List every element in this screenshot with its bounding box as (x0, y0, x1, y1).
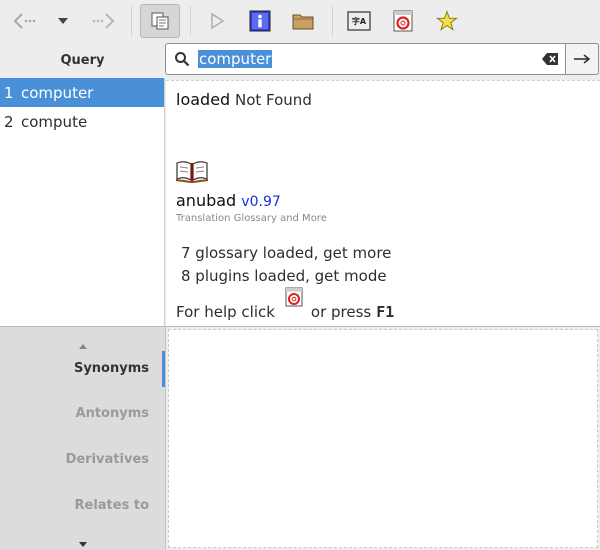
back-button[interactable] (8, 4, 42, 38)
query-header: Query (0, 42, 165, 78)
copy-button[interactable] (140, 4, 180, 38)
app-name: anubad (176, 191, 237, 210)
toolbar-separator (190, 6, 191, 36)
font-button[interactable]: 字A (342, 4, 376, 38)
help-text-mid: or press (310, 303, 372, 321)
clear-search-icon[interactable] (535, 52, 565, 66)
folder-icon (292, 14, 314, 30)
app-version: v0.97 (241, 194, 281, 210)
query-item-number: 1 (4, 83, 14, 102)
book-icon (175, 159, 209, 187)
copy-icon (151, 12, 169, 30)
search-bar: computer (165, 43, 566, 75)
lifebuoy-icon (393, 10, 413, 32)
info-icon (249, 10, 271, 32)
status-line: loaded Not Found (176, 90, 312, 109)
help-key: F1 (376, 303, 395, 321)
folder-button[interactable] (286, 4, 320, 38)
star-icon (436, 10, 458, 31)
relation-content-pane (168, 329, 598, 548)
forward-arrow-icon (92, 13, 115, 29)
relation-tabs: Synonyms Antonyms Derivatives Relates to (0, 327, 166, 550)
status-label: loaded (176, 90, 231, 109)
toolbar: 字A (0, 0, 600, 42)
glossary-stat: 7 glossary loaded, get more (181, 244, 392, 262)
query-item-number: 2 (4, 112, 14, 131)
forward-button[interactable] (86, 4, 120, 38)
play-icon (211, 12, 225, 30)
result-pane: loaded Not Found anubad v0.97 Translatio… (166, 80, 600, 326)
chevron-down-icon (58, 18, 68, 24)
help-text-pre: For help click (176, 303, 275, 321)
info-button[interactable] (243, 4, 277, 38)
history-dropdown-button[interactable] (52, 4, 74, 38)
query-item-text: compute (21, 112, 88, 131)
tab-derivatives[interactable]: Derivatives (0, 450, 165, 470)
toolbar-separator (332, 6, 333, 36)
tab-synonyms[interactable]: Synonyms (0, 359, 165, 379)
query-list[interactable]: 1 computer 2 compute (0, 78, 165, 326)
scroll-down-icon[interactable] (78, 533, 88, 550)
app-brand: anubad v0.97 (176, 191, 281, 210)
search-go-button[interactable] (566, 43, 599, 75)
query-item-computer[interactable]: 1 computer (0, 78, 164, 107)
scroll-up-icon[interactable] (78, 335, 88, 354)
font-icon: 字A (347, 11, 371, 31)
app-tagline: Translation Glossary and More (176, 213, 327, 224)
app-window: 字A Query 1 computer 2 compute computer l… (0, 0, 600, 550)
toolbar-separator (131, 6, 132, 36)
status-value: Not Found (234, 91, 312, 109)
search-input-value: computer (198, 50, 273, 68)
lifebuoy-icon (285, 287, 303, 311)
plugins-stat: 8 plugins loaded, get mode (181, 267, 387, 285)
tab-antonyms[interactable]: Antonyms (0, 404, 165, 424)
search-icon (166, 51, 198, 67)
svg-text:字A: 字A (352, 16, 367, 26)
active-tab-indicator (162, 351, 165, 387)
play-button[interactable] (200, 4, 234, 38)
help-line: For help click or press F1 (176, 287, 395, 321)
help-button[interactable] (386, 4, 420, 38)
query-item-text: computer (21, 83, 94, 102)
query-item-compute[interactable]: 2 compute (0, 107, 164, 136)
favorite-button[interactable] (430, 4, 464, 38)
arrow-right-icon (574, 54, 591, 64)
tab-relates-to[interactable]: Relates to (0, 496, 165, 516)
search-input[interactable]: computer (198, 47, 535, 71)
back-arrow-icon (13, 13, 36, 29)
